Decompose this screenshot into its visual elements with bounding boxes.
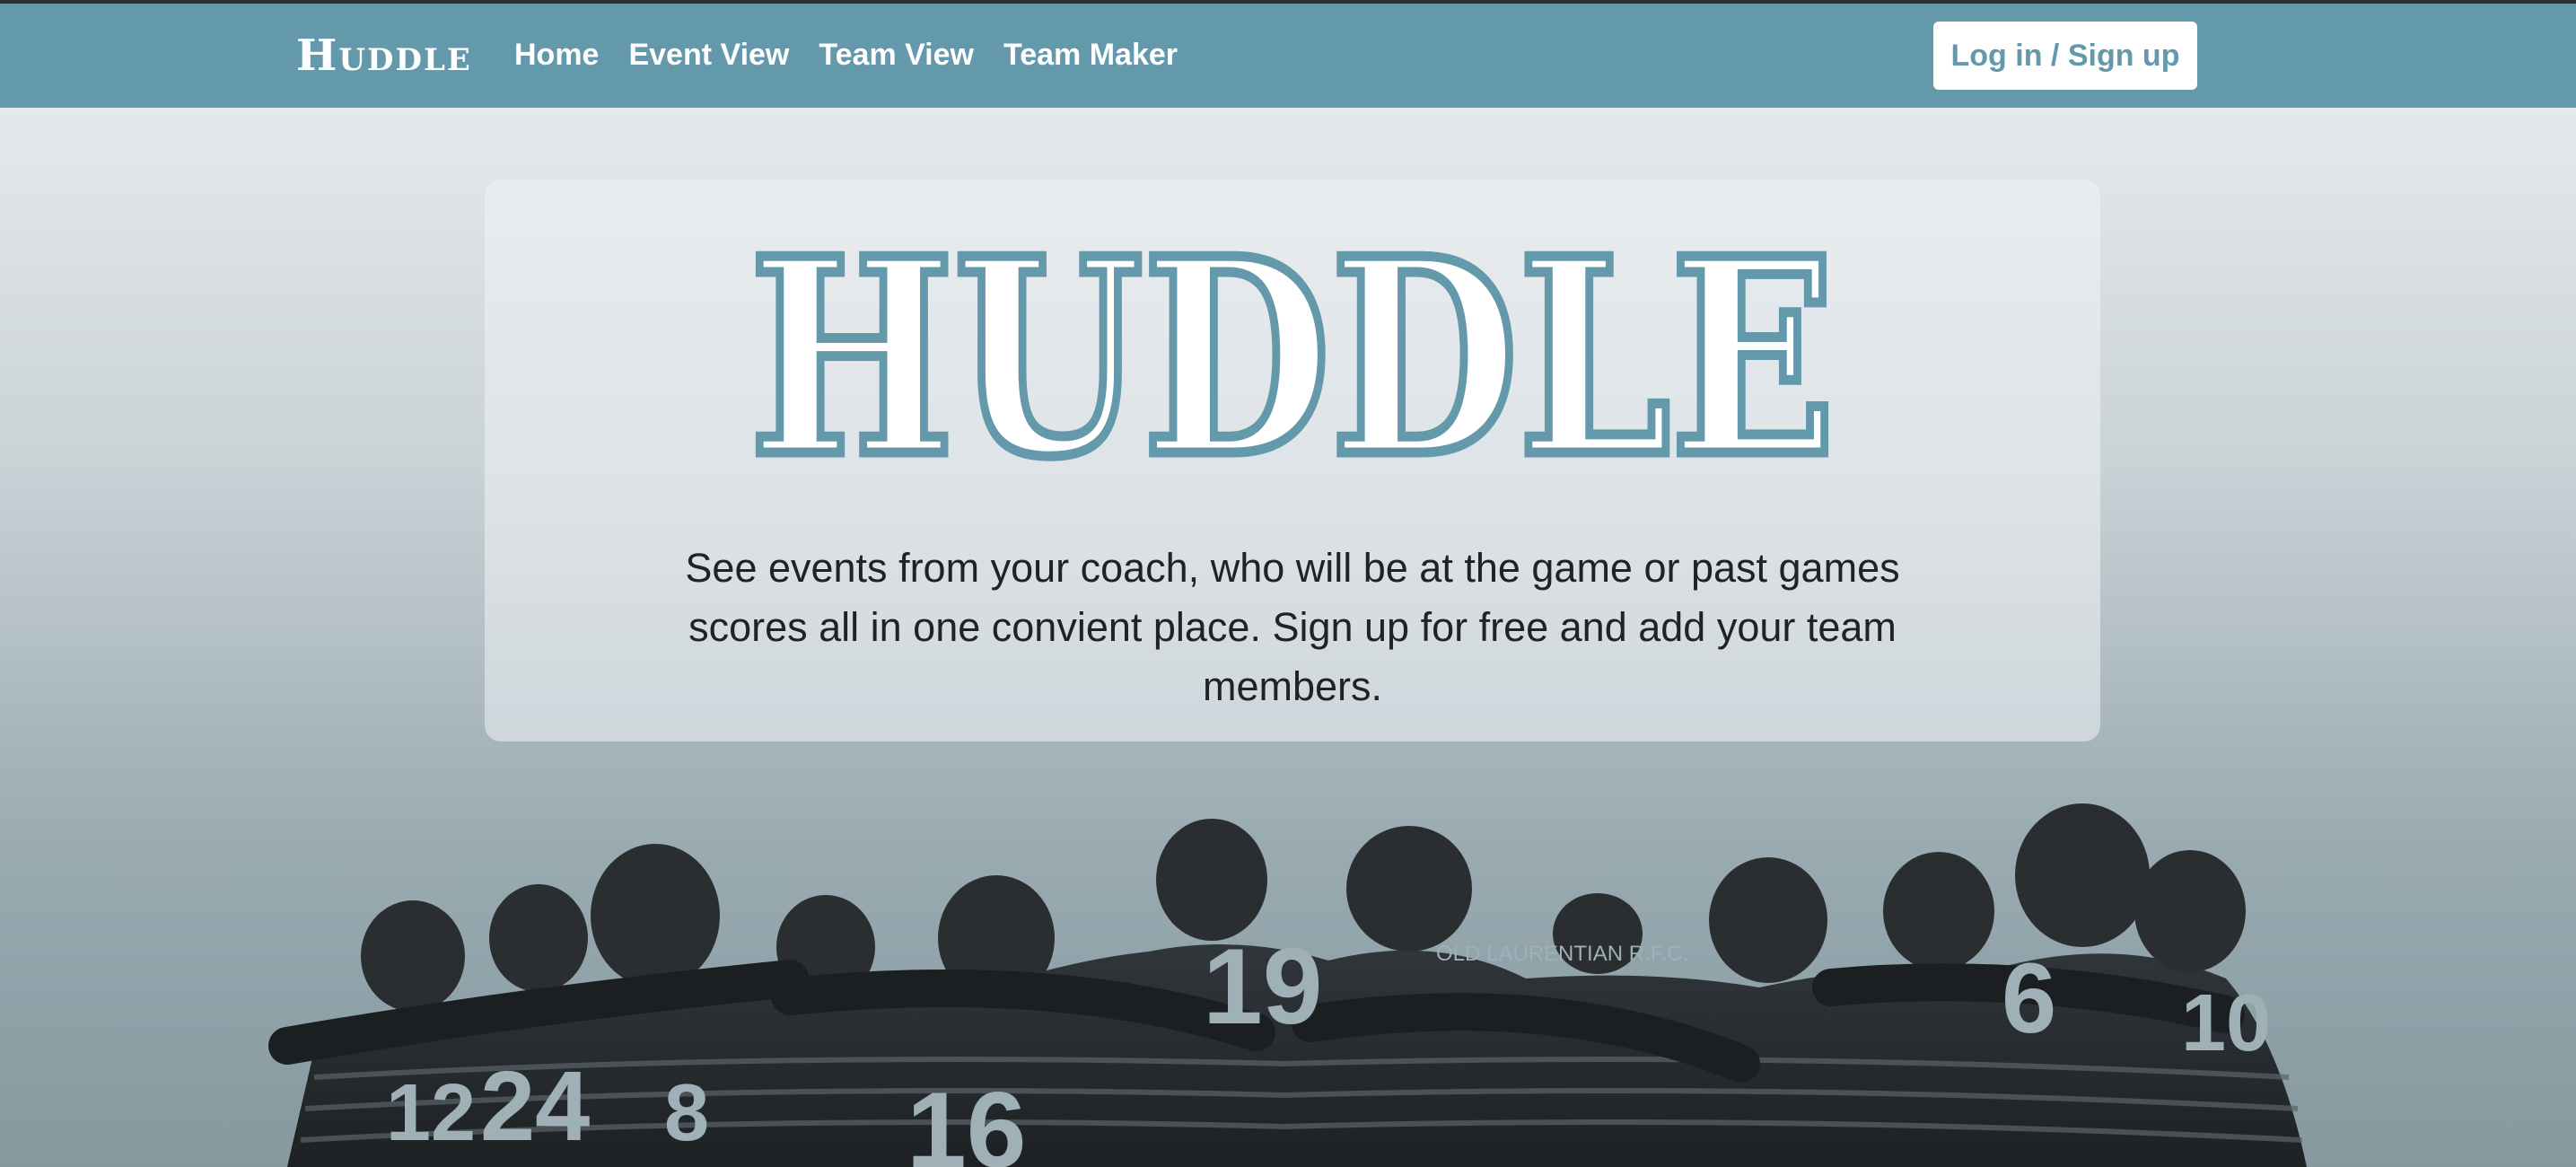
brand-logo[interactable]: Huddle <box>296 31 472 81</box>
nav-links: Home Event View Team View Team Maker <box>514 38 1178 73</box>
jersey-number-8: 8 <box>664 1068 709 1158</box>
jersey-number-24: 24 <box>480 1051 590 1162</box>
jersey-number-19: 19 <box>1203 926 1322 1047</box>
jersey-number-12: 12 <box>386 1068 476 1158</box>
nav-link-event-view[interactable]: Event View <box>628 38 789 73</box>
nav-link-team-view[interactable]: Team View <box>819 38 974 73</box>
hero-logo: HUDDLE <box>745 239 1841 481</box>
nav-link-home[interactable]: Home <box>514 38 599 73</box>
jersey-number-16: 16 <box>907 1070 1026 1167</box>
hero-card: HUDDLE See events from your coach, who w… <box>485 180 2100 741</box>
hero-description: See events from your coach, who will be … <box>685 545 1900 709</box>
navbar: Huddle Home Event View Team View Team Ma… <box>0 4 2576 108</box>
login-signup-button[interactable]: Log in / Sign up <box>1933 22 2197 90</box>
jersey-number-6: 6 <box>2002 943 2056 1054</box>
nav-link-team-maker[interactable]: Team Maker <box>1003 38 1178 73</box>
hero-logo-text: HUDDLE <box>749 239 1836 481</box>
team-huddle-photo: 12 24 8 16 19 6 10 OLD LAURENTIAN R.F.C. <box>268 803 2307 1167</box>
hoodie-text: OLD LAURENTIAN R.F.C. <box>1436 942 1688 966</box>
jersey-number-10: 10 <box>2181 978 2271 1068</box>
